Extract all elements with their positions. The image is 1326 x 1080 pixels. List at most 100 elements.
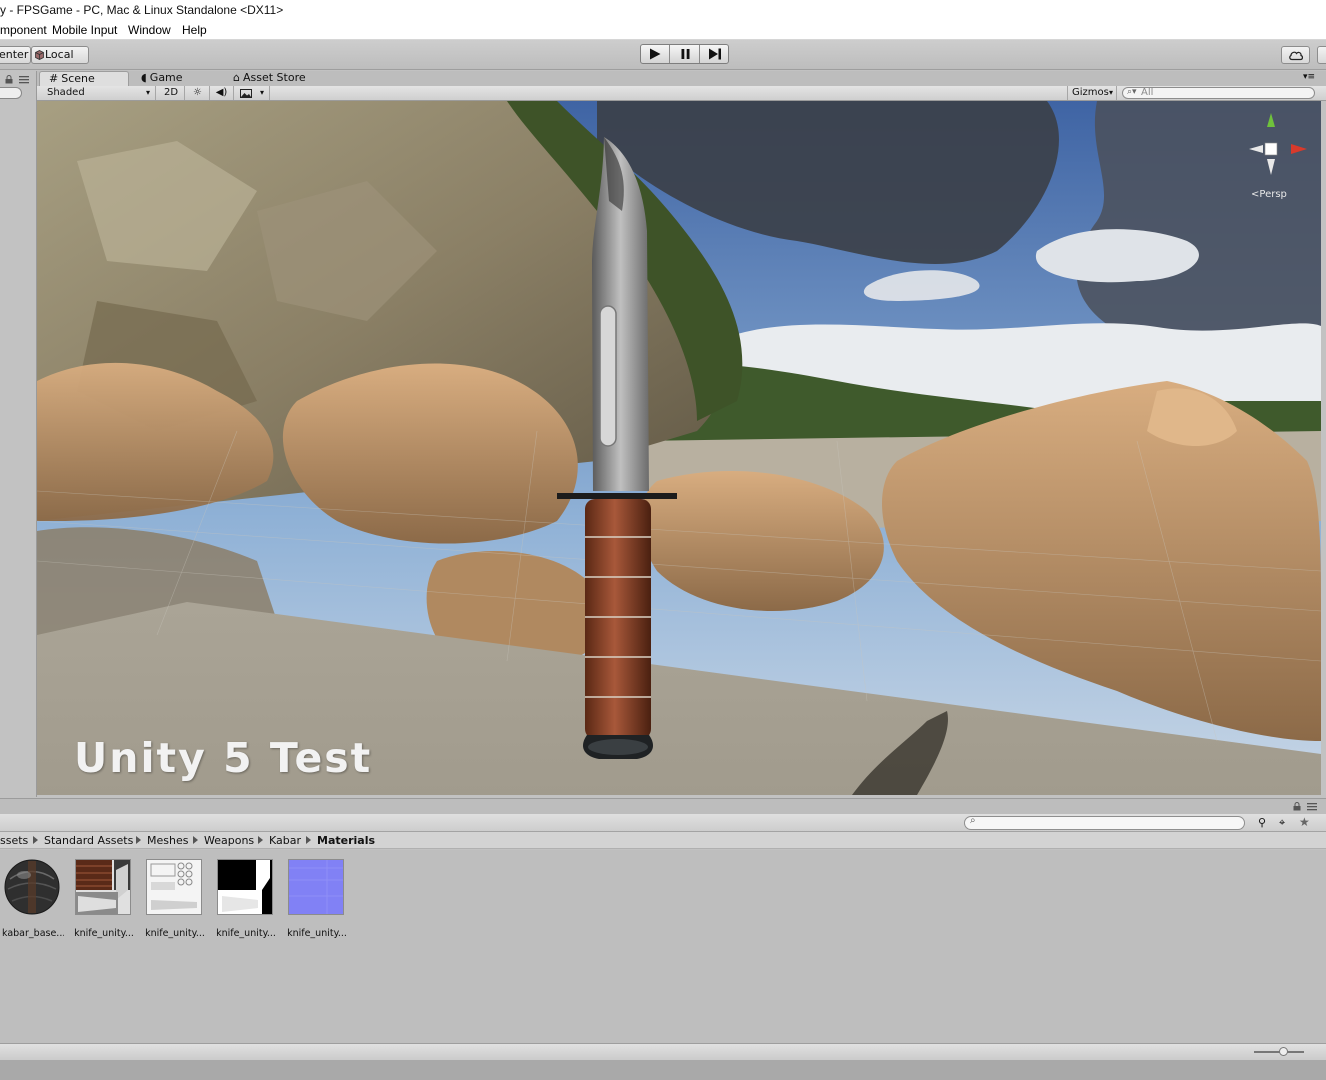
sun-icon: ☼ [193,87,202,98]
window-title: y - FPSGame - PC, Mac & Linux Standalone… [0,3,284,17]
breadcrumb-separator-icon [33,836,38,844]
asset-item[interactable]: knife_unity... [286,859,347,939]
asset-item[interactable]: knife_unity... [73,859,134,939]
hierarchy-search-field[interactable] [0,87,22,99]
lock-icon[interactable] [5,75,13,84]
menu-window[interactable]: Window [128,23,171,37]
project-bottom-bar [0,1043,1326,1060]
scene-viewport[interactable]: Unity 5 Test <Persp [37,101,1321,795]
project-toolbar: ⌕ ⚲ ⌖ ★ [0,814,1326,832]
material-sphere-thumbnail [4,859,60,915]
main-toolbar: enter Local [0,40,1326,70]
project-panel-header [0,798,1326,814]
panel-menu-icon[interactable] [1307,802,1317,811]
menu-help[interactable]: Help [182,23,207,37]
tab-game[interactable]: ◖ Game [132,71,212,86]
speaker-icon: ◀) [215,87,228,98]
asset-grid: kabar_base... knife_unity... knife_unity… [0,850,1326,1043]
breadcrumb-separator-icon [258,836,263,844]
tab-asset-store[interactable]: ⌂ Asset Store [224,71,334,86]
asset-label: knife_unity... [145,928,205,939]
breadcrumb-separator-icon [193,836,198,844]
search-icon: ⌕▾ [1127,87,1137,97]
step-button[interactable] [701,45,728,63]
scene-render [37,101,1321,795]
gizmos-dropdown[interactable]: Gizmos ▾ [1067,86,1117,100]
breadcrumb: ssets Standard Assets Meshes Weapons Kab… [0,832,1326,849]
normal-map-thumbnail [288,859,344,915]
menu-component[interactable]: mponent [0,23,47,37]
tab-asset-store-label: Asset Store [242,71,306,84]
pacman-icon: ◖ [141,71,147,84]
favorite-star-icon[interactable]: ★ [1299,815,1310,829]
tab-game-label: Game [149,71,183,84]
viewport-edge [1321,101,1326,795]
dropdown-arrow-icon: ▾ [260,88,265,97]
asset-item[interactable]: knife_unity... [215,859,276,939]
store-icon: ⌂ [233,71,240,84]
cube-icon [35,50,44,60]
play-button[interactable] [641,45,670,63]
dropdown-arrow-icon: ▾ [146,88,151,97]
breadcrumb-separator-icon [306,836,311,844]
overlay-caption: Unity 5 Test [74,734,373,782]
shading-mode-label: Shaded [47,87,85,98]
asset-label: knife_unity... [74,928,134,939]
title-bar: y - FPSGame - PC, Mac & Linux Standalone… [0,0,1326,21]
pivot-center-label: enter [0,48,29,61]
lock-icon[interactable] [1293,802,1301,811]
space-local-toggle[interactable]: Local [31,46,89,64]
thumbnail-size-slider-handle[interactable] [1279,1047,1288,1056]
tab-scene-label: Scene [61,72,95,85]
cloud-icon [1289,51,1304,61]
scene-search-placeholder: All [1141,87,1154,98]
scene-search-field[interactable]: ⌕▾ All [1122,87,1315,99]
breadcrumb-materials[interactable]: Materials [317,834,375,847]
tab-scene[interactable]: # Scene [39,71,129,86]
filter-by-type-icon[interactable]: ⚲ [1258,816,1266,829]
search-icon: ⌕ [970,815,976,826]
projection-text: Persp [1259,189,1287,200]
audio-toggle[interactable]: ◀) [210,86,234,100]
asset-label: knife_unity... [287,928,347,939]
shading-mode-dropdown[interactable]: Shaded ▾ [37,86,156,100]
account-button[interactable] [1317,46,1326,64]
grid-icon: # [49,72,59,85]
play-icon [650,48,661,60]
panel-menu-icon[interactable] [19,75,29,84]
breadcrumb-assets[interactable]: ssets [0,834,28,847]
breadcrumb-kabar[interactable]: Kabar [269,834,301,847]
filter-by-label-icon[interactable]: ⌖ [1279,816,1285,830]
ao-texture-thumbnail [146,859,202,915]
cloud-button[interactable] [1281,46,1310,64]
breadcrumb-weapons[interactable]: Weapons [204,834,254,847]
status-bar [0,1060,1326,1080]
scene-toolbar: Shaded ▾ 2D ☼ ◀) ▾ Gizmos ▾ ⌕▾ All [37,86,1326,101]
scene-tab-row: # Scene ◖ Game ⌂ Asset Store ▾≡ [37,71,1326,86]
image-effects-icon [240,89,252,98]
menu-mobile-input[interactable]: Mobile Input [52,23,117,37]
metallic-texture-thumbnail [217,859,273,915]
unity-editor-window: { "window": { "title": "y - FPSGame - PC… [0,0,1326,1080]
pivot-center-toggle[interactable]: enter [0,46,31,64]
projection-label[interactable]: <Persp [1251,189,1287,200]
lighting-toggle[interactable]: ☼ [186,86,210,100]
gizmos-label: Gizmos [1072,87,1109,98]
albedo-texture-thumbnail [75,859,131,915]
pause-icon [681,49,690,59]
playback-controls [640,44,729,64]
effects-dropdown[interactable]: ▾ [234,86,270,100]
breadcrumb-separator-icon [136,836,141,844]
pause-button[interactable] [671,45,700,63]
mode-2d-toggle[interactable]: 2D [157,86,185,100]
breadcrumb-meshes[interactable]: Meshes [147,834,188,847]
asset-label: kabar_base... [2,928,64,939]
asset-item[interactable]: knife_unity... [144,859,205,939]
tab-menu-icon[interactable]: ▾≡ [1303,72,1315,82]
breadcrumb-standard-assets[interactable]: Standard Assets [44,834,133,847]
menu-bar: mponent Mobile Input Window Help [0,21,1326,40]
asset-item[interactable]: kabar_base... [2,859,64,939]
step-icon [709,48,721,60]
project-search-input[interactable]: ⌕ [964,815,1245,830]
space-local-label: Local [45,48,74,61]
